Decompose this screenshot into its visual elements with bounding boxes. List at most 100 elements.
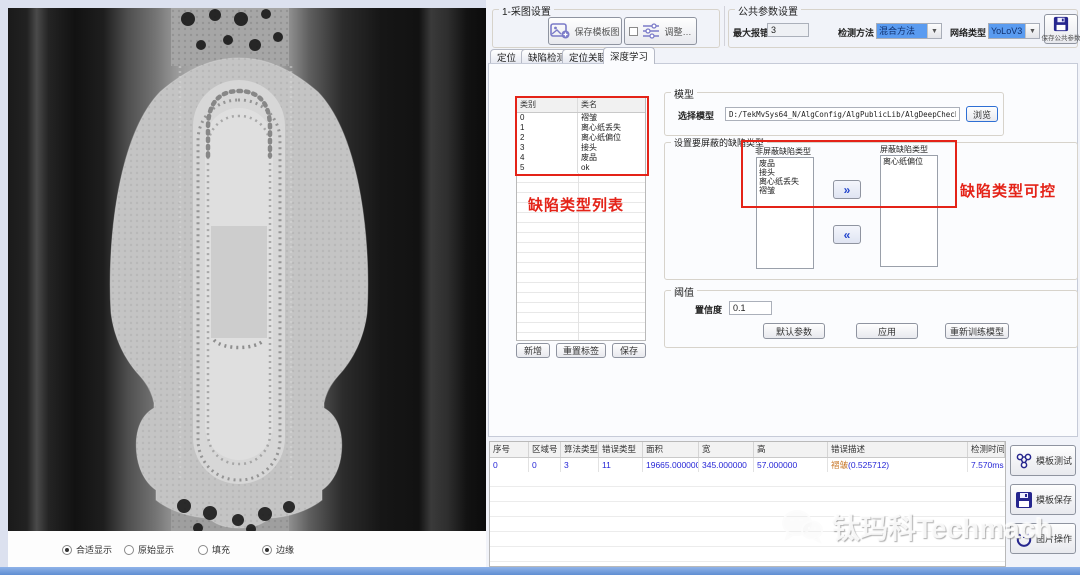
column-header: 检测时间 xyxy=(968,442,1005,457)
move-right-button[interactable]: » xyxy=(833,180,861,199)
group-title: 1-采图设置 xyxy=(499,3,554,18)
template-test-button[interactable]: 模板测试 xyxy=(1010,445,1076,476)
defect-class-table[interactable]: 类别 类名 0褶皱1离心纸丢失2离心纸偏位3接头4废品5ok xyxy=(516,97,646,341)
table-row[interactable]: 2离心纸偏位 xyxy=(517,133,645,143)
column-header: 类别 xyxy=(517,98,578,112)
dropdown-value: YoLoV3 xyxy=(989,24,1025,38)
table-row[interactable]: 4废品 xyxy=(517,153,645,163)
unmasked-list-title: 非屏蔽缺陷类型 xyxy=(755,146,811,157)
group-title: 模型 xyxy=(671,86,697,101)
radio-label: 边缘 xyxy=(276,543,294,556)
masked-list-title: 屏蔽缺陷类型 xyxy=(880,144,928,155)
double-chevron-right-icon: » xyxy=(844,184,851,196)
class-table-rows: 0褶皱1离心纸丢失2离心纸偏位3接头4废品5ok xyxy=(517,113,645,173)
button-label: 图片操作 xyxy=(1036,532,1072,545)
max-error-input[interactable] xyxy=(767,23,809,37)
empty-rows xyxy=(490,472,1005,566)
adjust-checkbox[interactable] xyxy=(629,27,638,36)
default-params-button[interactable]: 默认参数 xyxy=(763,323,825,339)
button-label: 保存公共参数 xyxy=(1042,32,1080,42)
retrain-model-button[interactable]: 重新训练模型 xyxy=(945,323,1009,339)
button-label: 保存模板图 xyxy=(574,25,619,38)
button-label: 应用 xyxy=(878,325,896,338)
radio-icon[interactable] xyxy=(198,545,208,555)
mask-left-list[interactable]: 废品接头离心纸丢失褶皱 xyxy=(756,157,814,269)
button-label: 重新训练模型 xyxy=(950,325,1004,338)
group-title: 设置要屏蔽的缺陷类型 xyxy=(671,136,767,149)
radio-label: 合适显示 xyxy=(76,543,112,556)
result-table-header: 序号区域号算法类型错误类型面积宽高错误描述检测时间 xyxy=(490,442,1005,458)
button-label: 模板保存 xyxy=(1036,493,1072,506)
radio-original-display[interactable]: 原始显示 xyxy=(124,543,174,556)
radio-edge[interactable]: 边缘 xyxy=(262,543,294,556)
annotation-defect-type-controllable: 缺陷类型可控 xyxy=(960,180,1056,201)
mask-right-list[interactable]: 离心纸偏位 xyxy=(880,155,938,267)
list-item[interactable]: 褶皱 xyxy=(757,186,813,195)
chevron-down-icon[interactable]: ▼ xyxy=(927,24,941,38)
list-item[interactable]: 离心纸丢失 xyxy=(757,177,813,186)
radio-label: 填充 xyxy=(212,543,230,556)
detection-result-table[interactable]: 序号区域号算法类型错误类型面积宽高错误描述检测时间 0031119665.000… xyxy=(489,441,1006,567)
camera-image-panel[interactable] xyxy=(8,8,486,531)
model-path-input[interactable] xyxy=(725,107,960,121)
radio-fit-display[interactable]: 合适显示 xyxy=(62,543,112,556)
adjust-button[interactable]: 调整… xyxy=(624,17,697,45)
template-save-button[interactable]: 模板保存 xyxy=(1010,484,1076,515)
tab-label: 定位关联 xyxy=(569,50,607,64)
move-left-button[interactable]: « xyxy=(833,225,861,244)
mask-settings-group: 设置要屏蔽的缺陷类型 xyxy=(664,142,1078,280)
radio-label: 原始显示 xyxy=(138,543,174,556)
tab-label: 缺陷检测 xyxy=(528,50,566,64)
confidence-input[interactable] xyxy=(729,301,772,315)
radio-icon[interactable] xyxy=(62,545,72,555)
button-label: 调整… xyxy=(664,25,691,38)
button-label: 保存 xyxy=(620,344,638,357)
browse-button[interactable]: 浏览 xyxy=(966,106,998,122)
column-header: 错误类型 xyxy=(599,442,643,457)
floppy-icon xyxy=(1053,16,1069,32)
button-label: 浏览 xyxy=(973,108,991,121)
dropdown-value: 混合方法 xyxy=(877,24,927,38)
apply-button[interactable]: 应用 xyxy=(856,323,918,339)
radio-icon[interactable] xyxy=(262,545,272,555)
table-row[interactable]: 5ok xyxy=(517,163,645,173)
detect-method-dropdown[interactable]: 混合方法 ▼ xyxy=(876,23,942,39)
radio-fill[interactable]: 填充 xyxy=(198,543,230,556)
save-template-image-button[interactable]: 保存模板图 xyxy=(548,17,622,45)
floppy-icon xyxy=(1015,491,1033,509)
list-item[interactable]: 接头 xyxy=(757,168,813,177)
group-title: 公共参数设置 xyxy=(735,3,801,18)
double-chevron-left-icon: « xyxy=(844,229,851,241)
select-model-label: 选择模型 xyxy=(678,109,714,122)
column-header: 高 xyxy=(754,442,828,457)
annotation-defect-type-list: 缺陷类型列表 xyxy=(528,194,624,215)
group-title: 阈值 xyxy=(671,284,697,299)
save-public-params-button[interactable]: 保存公共参数 xyxy=(1044,14,1078,44)
class-table-header: 类别 类名 xyxy=(517,98,645,113)
image-operations-button[interactable]: 图片操作 xyxy=(1010,523,1076,554)
tab-label: 深度学习 xyxy=(610,49,648,63)
divider xyxy=(724,6,725,46)
column-header: 类名 xyxy=(578,98,645,112)
column-header: 面积 xyxy=(643,442,699,457)
image-plus-icon xyxy=(550,23,570,39)
tab-deep-learning[interactable]: 深度学习 xyxy=(603,47,655,64)
table-row[interactable]: 3接头 xyxy=(517,143,645,153)
list-item[interactable]: 离心纸偏位 xyxy=(881,157,937,166)
table-row[interactable]: 0褶皱 xyxy=(517,113,645,123)
column-header: 错误描述 xyxy=(828,442,968,457)
column-header: 宽 xyxy=(699,442,754,457)
reset-labels-button[interactable]: 重置标签 xyxy=(556,343,606,358)
sliders-icon xyxy=(642,23,660,39)
list-item[interactable]: 废品 xyxy=(757,159,813,168)
save-button[interactable]: 保存 xyxy=(612,343,646,358)
table-row[interactable]: 1离心纸丢失 xyxy=(517,123,645,133)
network-type-dropdown[interactable]: YoLoV3 ▼ xyxy=(988,23,1040,39)
button-label: 重置标签 xyxy=(563,344,599,357)
display-options-bar: 合适显示 原始显示 填充 边缘 xyxy=(8,531,486,567)
nodes-icon xyxy=(1015,452,1033,470)
radio-icon[interactable] xyxy=(124,545,134,555)
network-type-label: 网络类型 xyxy=(950,26,986,39)
add-button[interactable]: 新增 xyxy=(516,343,550,358)
chevron-down-icon[interactable]: ▼ xyxy=(1025,24,1039,38)
